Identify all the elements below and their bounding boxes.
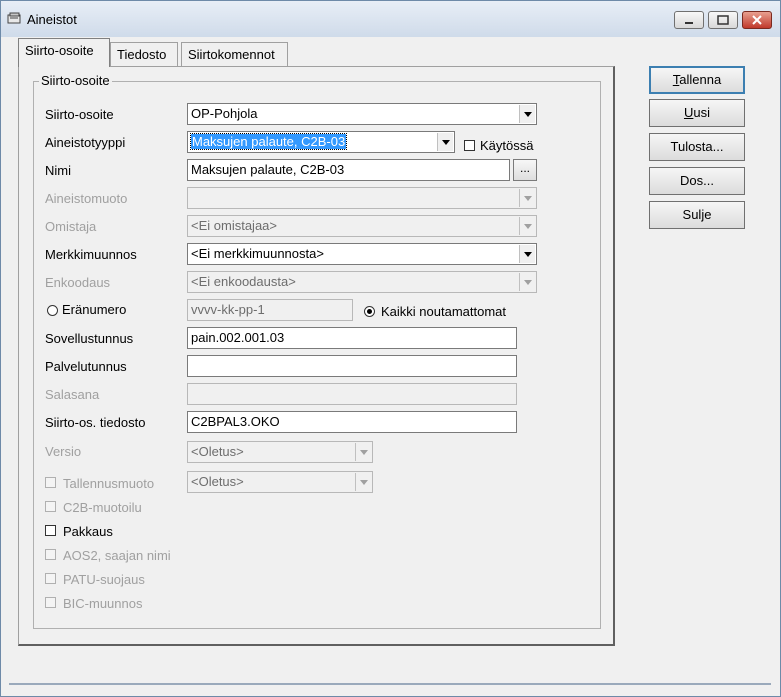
enkoodaus-label: Enkoodaus	[45, 275, 111, 290]
sovellustunnus-field[interactable]: pain.002.001.03	[187, 327, 517, 349]
tulosta-button[interactable]: Tulosta...	[649, 133, 745, 161]
nimi-field[interactable]: Maksujen palaute, C2B-03	[187, 159, 510, 181]
app-icon	[7, 12, 21, 24]
tallenna-button[interactable]: Tallenna	[649, 66, 745, 94]
tab-tiedosto[interactable]: Tiedosto	[110, 42, 178, 66]
chevron-down-icon[interactable]	[519, 105, 535, 123]
omistaja-label: Omistaja	[45, 219, 97, 234]
chevron-down-icon	[519, 273, 535, 291]
merkkimuunnos-value: <Ei merkkimuunnosta>	[191, 246, 324, 261]
palvelutunnus-field[interactable]	[187, 355, 517, 377]
kaikki-noutamattomat-label: Kaikki noutamattomat	[381, 304, 507, 319]
sovellustunnus-label: Sovellustunnus	[45, 331, 134, 346]
chevron-down-icon	[519, 189, 535, 207]
c2b-muotoilu-checkbox[interactable]	[45, 501, 56, 512]
group-title: Siirto-osoite	[39, 73, 112, 88]
tallennusmuoto-checkbox[interactable]	[45, 477, 56, 488]
chevron-down-icon[interactable]	[519, 245, 535, 263]
close-button[interactable]	[742, 11, 772, 29]
tallennusmuoto-select[interactable]: <Oletus>	[187, 471, 373, 493]
chevron-down-icon[interactable]	[437, 133, 453, 151]
aos2-label: AOS2, saajan nimi	[63, 548, 171, 563]
merkkimuunnos-label: Merkkimuunnos	[45, 247, 137, 262]
restore-icon	[717, 15, 729, 25]
eranumero-radio[interactable]	[47, 305, 58, 316]
kaytossa-checkbox[interactable]	[464, 140, 475, 151]
enkoodaus-select[interactable]: <Ei enkoodausta>	[187, 271, 537, 293]
bic-muunnos-label: BIC-muunnos	[63, 596, 143, 611]
kaikki-noutamattomat-radio[interactable]	[364, 306, 375, 317]
siirto-osoite-select[interactable]: OP-Pohjola	[187, 103, 537, 125]
versio-select[interactable]: <Oletus>	[187, 441, 373, 463]
palvelutunnus-label: Palvelutunnus	[45, 359, 127, 374]
chevron-down-icon	[355, 473, 371, 491]
client-area: Siirto-osoite Tiedosto Siirtokomennot Si…	[9, 37, 771, 685]
tab-label: Siirtokomennot	[188, 47, 275, 62]
tab-label: Siirto-osoite	[25, 43, 94, 58]
sulje-button[interactable]: Sulje	[649, 201, 745, 229]
nimi-value: Maksujen palaute, C2B-03	[191, 162, 345, 177]
tallenna-label: allenna	[679, 72, 722, 87]
dos-button[interactable]: Dos...	[649, 167, 745, 195]
sovellustunnus-value: pain.002.001.03	[191, 330, 285, 345]
salasana-field[interactable]	[187, 383, 517, 405]
aineistotyyppi-label: Aineistotyyppi	[45, 135, 126, 150]
tallennusmuoto-label: Tallennusmuoto	[63, 476, 155, 491]
tallennusmuoto-value: <Oletus>	[191, 474, 244, 489]
uusi-button[interactable]: Uusi	[649, 99, 745, 127]
bottom-divider	[9, 683, 771, 685]
enkoodaus-value: <Ei enkoodausta>	[191, 274, 296, 289]
aineistomuoto-label: Aineistomuoto	[45, 191, 128, 206]
uusi-mnemonic: U	[683, 105, 694, 120]
salasana-label: Salasana	[45, 387, 100, 402]
pakkaus-label: Pakkaus	[63, 524, 113, 539]
siirto-osoite-value: OP-Pohjola	[191, 106, 258, 121]
siirto-osoite-label: Siirto-osoite	[45, 107, 114, 122]
tab-siirto-osoite[interactable]: Siirto-osoite	[18, 38, 110, 67]
versio-value: <Oletus>	[191, 444, 244, 459]
omistaja-value: <Ei omistajaa>	[191, 218, 277, 233]
siirto-os-tiedosto-value: C2BPAL3.OKO	[191, 414, 280, 429]
aineistotyyppi-select[interactable]: Maksujen palaute, C2B-03	[187, 131, 455, 153]
versio-label: Versio	[45, 444, 82, 459]
aineistomuoto-select[interactable]	[187, 187, 537, 209]
siirto-os-tiedosto-field[interactable]: C2BPAL3.OKO	[187, 411, 517, 433]
c2b-muotoilu-label: C2B-muotoilu	[63, 500, 142, 515]
eranumero-value: vvvv-kk-pp-1	[191, 302, 265, 317]
uusi-label: usi	[693, 105, 710, 120]
chevron-down-icon	[519, 217, 535, 235]
eranumero-field[interactable]: vvvv-kk-pp-1	[187, 299, 353, 321]
chevron-down-icon	[355, 443, 371, 461]
patu-suojaus-checkbox[interactable]	[45, 573, 56, 584]
aineistotyyppi-value: Maksujen palaute, C2B-03	[189, 133, 348, 150]
restore-button[interactable]	[708, 11, 738, 29]
pakkaus-checkbox[interactable]	[45, 525, 56, 536]
nimi-label: Nimi	[45, 163, 71, 178]
bic-muunnos-checkbox[interactable]	[45, 597, 56, 608]
tab-siirtokomennot[interactable]: Siirtokomennot	[181, 42, 288, 66]
patu-suojaus-label: PATU-suojaus	[63, 572, 145, 587]
tab-panel: Siirto-osoite Siirto-osoite OP-Pohjola A…	[18, 66, 615, 646]
kaytossa-label: Käytössä	[480, 138, 534, 153]
close-icon	[752, 15, 762, 25]
title-bar[interactable]: Aineistot	[1, 1, 780, 37]
minimize-icon	[685, 22, 693, 24]
siirto-os-tiedosto-label: Siirto-os. tiedosto	[45, 415, 146, 430]
window: Aineistot Siirto-osoite Tiedosto Siirtok…	[0, 0, 781, 697]
eranumero-label: Eränumero	[62, 302, 127, 317]
omistaja-select[interactable]: <Ei omistajaa>	[187, 215, 537, 237]
minimize-button[interactable]	[674, 11, 704, 29]
window-title: Aineistot	[27, 12, 77, 27]
merkkimuunnos-select[interactable]: <Ei merkkimuunnosta>	[187, 243, 537, 265]
tab-label: Tiedosto	[117, 47, 167, 62]
browse-button[interactable]: ...	[513, 159, 537, 181]
aos2-checkbox[interactable]	[45, 549, 56, 560]
